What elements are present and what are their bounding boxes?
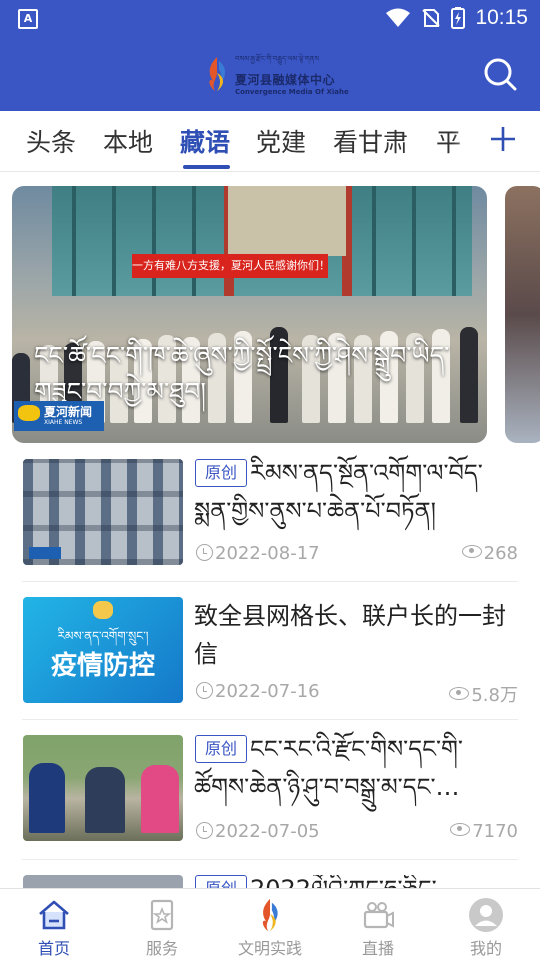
nav-profile-label: 我的 [469,939,502,958]
article-title: ངང་རང་འི་རྫོང་གིས་དང་གི་ཚོགས་ཆེན་ཉི་ཤུ་བ… [194,735,463,801]
tab-tibetan[interactable]: 藏语 [180,123,230,159]
divider [22,581,518,582]
nav-home[interactable]: 首页 [14,889,94,961]
views-icon [449,687,470,700]
divider [22,859,518,860]
article-date: 2022-08-17 [215,543,320,564]
tab-local[interactable]: 本地 [103,123,153,159]
active-tab-indicator [183,165,230,169]
article-title: རིམས་ནད་སྔོན་འགོག་ལ་བོད་སྨན་གྱིས་ནུས་པ་ཆ… [194,459,483,525]
clock-icon [196,682,213,699]
list-item[interactable]: 原创 ངང་རང་འི་རྫོང་གིས་དང་གི་ཚོགས་ཆེན་ཉི་ཤ… [22,735,518,845]
article-thumbnail [23,735,183,841]
article-thumbnail: རིམས་ནད་འགོག་སྲུང་། 疫情防控 [23,597,183,703]
article-thumbnail [23,459,183,565]
tab-gansu[interactable]: 看甘肃 [333,123,408,159]
views-icon [450,823,471,836]
banner-red-slogan: 一方有难八方支援，夏河人民感谢你们！ [132,254,328,278]
xiahe-map-icon [18,405,40,421]
profile-icon [469,898,503,932]
logo-chinese-text: 夏河县融媒体中心 [235,73,336,87]
clock-icon [196,544,213,561]
article-date: 2022-07-05 [215,821,320,842]
home-icon [39,900,69,930]
status-bar: A 10:15 [0,0,540,36]
tab-party-building[interactable]: 党建 [256,123,306,159]
battery-icon [451,7,466,29]
divider [22,719,518,720]
article-views: 268 [483,543,518,564]
nav-home-label: 首页 [37,939,70,958]
article-date: 2022-07-16 [215,681,320,702]
list-item[interactable]: 原创 2022ལོའི་ཀྲང་ཧྲ་ཅིང་ [22,875,518,888]
bottom-navigation: 首页 服务 文明实践 直播 我的 [0,888,540,961]
logo-tibetan-text: བསམ་རྒྱ་རྫོང་གི་བརྒྱུད་ལམ་ལྟེ་གནས [235,55,320,63]
clock-icon [196,822,213,839]
article-views: 5.8万 [471,685,518,706]
flame-logo-icon [262,898,278,932]
nav-live[interactable]: 直播 [338,889,418,961]
tab-headlines[interactable]: 头条 [26,123,76,159]
nav-profile[interactable]: 我的 [446,889,526,961]
nav-civilization-practice[interactable]: 文明实践 [230,889,310,961]
banner-caption: ངང་ཚོ་ངང་གི་ཁ་ཆེ་ཞུས་ཀྱི་སྤྲོ་ངེས་ཀྱི་ཤེ… [34,341,450,406]
banner-slide[interactable]: 一方有难八方支援，夏河人民感谢你们！ ངང་ཚོ་ངང་གི་ཁ་ཆེ་ཞུས་… [12,186,487,443]
nav-civilization-label: 文明实践 [237,939,302,958]
clock-time: 10:15 [475,6,528,29]
list-item[interactable]: རིམས་ནད་འགོག་སྲུང་། 疫情防控 致全县网格长、联户长的一封信 … [22,597,518,707]
wifi-icon [386,8,411,27]
no-sim-icon [422,9,441,27]
app-header: བསམ་རྒྱ་རྫོང་གི་བརྒྱུད་ལམ་ལྟེ་གནས 夏河县融媒体… [0,36,540,111]
search-icon[interactable] [482,56,518,92]
logo-english-text: Convergence Media Of Xiahe [235,88,349,96]
nav-service-label: 服务 [145,939,178,958]
banner-next-slide-peek[interactable] [505,186,540,443]
flame-logo-icon [209,57,226,91]
views-icon [461,545,482,558]
nav-live-label: 直播 [361,939,394,958]
app-notification-icon: A [18,9,38,29]
article-title: 2022ལོའི་ཀྲང་ཧྲ་ཅིང་ [194,875,518,888]
article-views: 7170 [472,821,518,842]
add-channel-icon[interactable] [488,121,518,157]
category-tab-bar: 头条 本地 藏语 党建 看甘肃 平 [0,111,540,172]
list-item[interactable]: 原创 རིམས་ནད་སྔོན་འགོག་ལ་བོད་སྨན་གྱིས་ནུས་… [22,459,518,569]
article-title: 致全县网格长、联户长的一封信 [194,602,506,668]
nav-service[interactable]: 服务 [122,889,202,961]
service-icon [150,899,174,931]
app-logo: བསམ་རྒྱ་རྫོང་གི་བརྒྱུད་ལམ་ལྟེ་གནས 夏河县融媒体… [203,52,349,96]
article-thumbnail [23,875,183,888]
camera-icon [363,902,394,929]
xiahe-news-logo: 夏河新闻 XIAHE NEWS [14,401,104,431]
